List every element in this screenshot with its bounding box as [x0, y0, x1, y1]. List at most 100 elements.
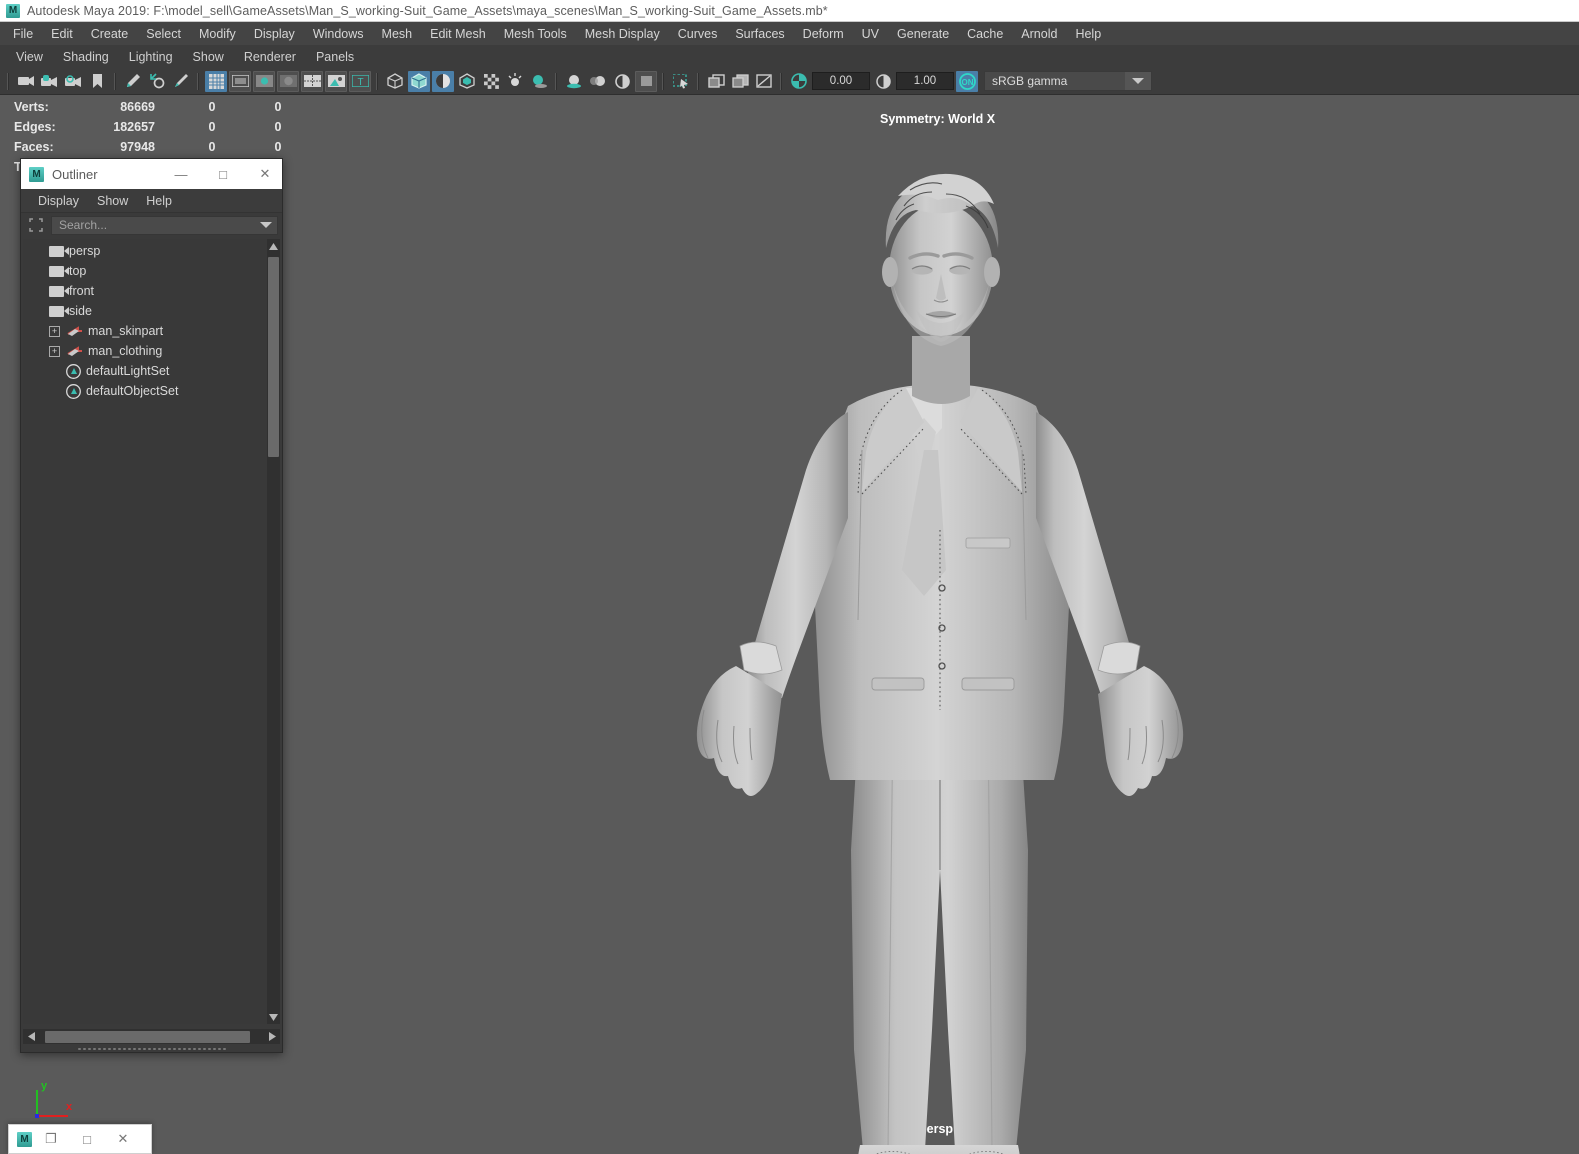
chevron-down-icon[interactable]	[260, 222, 272, 228]
outliner-vertical-scrollbar[interactable]	[267, 239, 280, 1024]
panel-menu-view[interactable]: View	[6, 48, 53, 66]
outliner-titlebar[interactable]: M Outliner — □ ✕	[21, 159, 282, 189]
color-management-select[interactable]: sRGB gamma	[984, 71, 1152, 91]
color-management-toggle-icon[interactable]: ON	[956, 70, 978, 92]
scroll-up-icon[interactable]	[267, 239, 280, 253]
close-icon[interactable]: ✕	[248, 159, 282, 189]
maximize-icon[interactable]: □	[70, 1125, 104, 1153]
list-item[interactable]: defaultObjectSet	[23, 381, 267, 401]
magnify-scale-icon[interactable]	[146, 71, 168, 92]
outliner-menu-help[interactable]: Help	[137, 192, 181, 210]
menu-help[interactable]: Help	[1066, 25, 1110, 43]
scrollbar-thumb[interactable]	[45, 1030, 250, 1043]
outliner-item-front[interactable]: front	[23, 281, 94, 301]
menu-mesh-display[interactable]: Mesh Display	[576, 25, 669, 43]
outliner-item-top[interactable]: top	[23, 261, 86, 281]
smooth-shade-icon[interactable]	[408, 70, 430, 92]
outliner-horizontal-scrollbar[interactable]	[23, 1029, 280, 1044]
texture-icon[interactable]	[456, 71, 478, 92]
multisample-icon[interactable]	[611, 71, 633, 92]
menu-cache[interactable]: Cache	[958, 25, 1012, 43]
camera-lock-icon[interactable]	[39, 71, 61, 92]
menu-edit-mesh[interactable]: Edit Mesh	[421, 25, 495, 43]
brush-icon[interactable]	[170, 71, 192, 92]
title-safe-icon[interactable]: T	[349, 70, 371, 92]
menu-windows[interactable]: Windows	[304, 25, 373, 43]
restore-icon[interactable]: ❐	[34, 1125, 68, 1153]
menu-modify[interactable]: Modify	[190, 25, 245, 43]
search-filter-icon[interactable]	[25, 215, 47, 235]
menu-mesh-tools[interactable]: Mesh Tools	[495, 25, 576, 43]
panel-menu-lighting[interactable]: Lighting	[119, 48, 183, 66]
menu-create[interactable]: Create	[82, 25, 138, 43]
panel-menu-panels[interactable]: Panels	[306, 48, 364, 66]
safe-action-icon[interactable]	[325, 70, 347, 92]
shadows-icon[interactable]	[528, 71, 550, 92]
gate-mask-icon[interactable]	[277, 70, 299, 92]
secondary-maya-window-titlebar[interactable]: M ❐ □ ✕	[8, 1124, 152, 1154]
close-icon[interactable]: ✕	[106, 1125, 140, 1153]
xray-icon[interactable]	[705, 71, 727, 92]
list-item[interactable]: top	[23, 261, 267, 281]
camera-settings-icon[interactable]	[63, 71, 85, 92]
panel-menu-shading[interactable]: Shading	[53, 48, 119, 66]
list-item[interactable]: front	[23, 281, 267, 301]
character-model-man-suit[interactable]	[610, 150, 1270, 1154]
list-item[interactable]: defaultLightSet	[23, 361, 267, 381]
minimize-icon[interactable]: —	[164, 159, 198, 189]
menu-file[interactable]: File	[4, 25, 42, 43]
paint-icon[interactable]	[122, 71, 144, 92]
menu-display[interactable]: Display	[245, 25, 304, 43]
menu-curves[interactable]: Curves	[669, 25, 727, 43]
menu-edit[interactable]: Edit	[42, 25, 82, 43]
isolate-select-icon[interactable]	[670, 71, 692, 92]
menu-deform[interactable]: Deform	[794, 25, 853, 43]
outliner-item-defaultlightset[interactable]: defaultLightSet	[23, 361, 169, 381]
outliner-item-persp[interactable]: persp	[23, 241, 100, 261]
resolution-gate-icon[interactable]	[253, 70, 275, 92]
depth-of-field-icon[interactable]	[635, 70, 657, 92]
exposure-value[interactable]: 0.00	[812, 72, 870, 90]
outliner-tree[interactable]: persp top front side + man_skinpart + ma…	[23, 239, 267, 1024]
menu-generate[interactable]: Generate	[888, 25, 958, 43]
grid-icon[interactable]	[205, 70, 227, 92]
list-item[interactable]: + man_clothing	[23, 341, 267, 361]
outliner-menu-show[interactable]: Show	[88, 192, 137, 210]
checker-texture-icon[interactable]	[480, 71, 502, 92]
shaded-wireframe-icon[interactable]	[432, 70, 454, 92]
outliner-item-side[interactable]: side	[23, 301, 92, 321]
search-input[interactable]: Search...	[51, 215, 278, 235]
outliner-item-man-skinpart[interactable]: man_skinpart	[23, 321, 163, 341]
scroll-right-icon[interactable]	[269, 1028, 276, 1046]
panel-menu-renderer[interactable]: Renderer	[234, 48, 306, 66]
outliner-menu-display[interactable]: Display	[29, 192, 88, 210]
scroll-down-icon[interactable]	[267, 1010, 280, 1024]
menu-arnold[interactable]: Arnold	[1012, 25, 1066, 43]
list-item[interactable]: + man_skinpart	[23, 321, 267, 341]
panel-menu-show[interactable]: Show	[183, 48, 234, 66]
scrollbar-thumb[interactable]	[268, 257, 279, 457]
exposure-icon[interactable]	[788, 71, 810, 92]
expand-toggle-icon[interactable]: +	[49, 325, 60, 337]
menu-surfaces[interactable]: Surfaces	[726, 25, 793, 43]
menu-uv[interactable]: UV	[853, 25, 888, 43]
xray-joints-icon[interactable]	[729, 71, 751, 92]
menu-mesh[interactable]: Mesh	[373, 25, 422, 43]
contrast-icon[interactable]	[872, 71, 894, 92]
field-chart-icon[interactable]	[301, 70, 323, 92]
film-gate-icon[interactable]	[229, 70, 251, 92]
outliner-item-man-clothing[interactable]: man_clothing	[23, 341, 162, 361]
outliner-item-defaultobjectset[interactable]: defaultObjectSet	[23, 381, 178, 401]
resize-grip[interactable]	[76, 1047, 227, 1051]
list-item[interactable]: side	[23, 301, 267, 321]
wireframe-icon[interactable]	[384, 71, 406, 92]
outliner-window[interactable]: M Outliner — □ ✕ Display Show Help Searc…	[20, 158, 283, 1053]
list-item[interactable]: persp	[23, 241, 267, 261]
xray-active-components-icon[interactable]	[753, 71, 775, 92]
lighting-icon[interactable]	[504, 71, 526, 92]
chevron-down-icon[interactable]	[1125, 72, 1151, 90]
maximize-icon[interactable]: □	[206, 159, 240, 189]
motion-blur-icon[interactable]	[587, 71, 609, 92]
screen-space-ao-icon[interactable]	[563, 71, 585, 92]
menu-select[interactable]: Select	[137, 25, 190, 43]
